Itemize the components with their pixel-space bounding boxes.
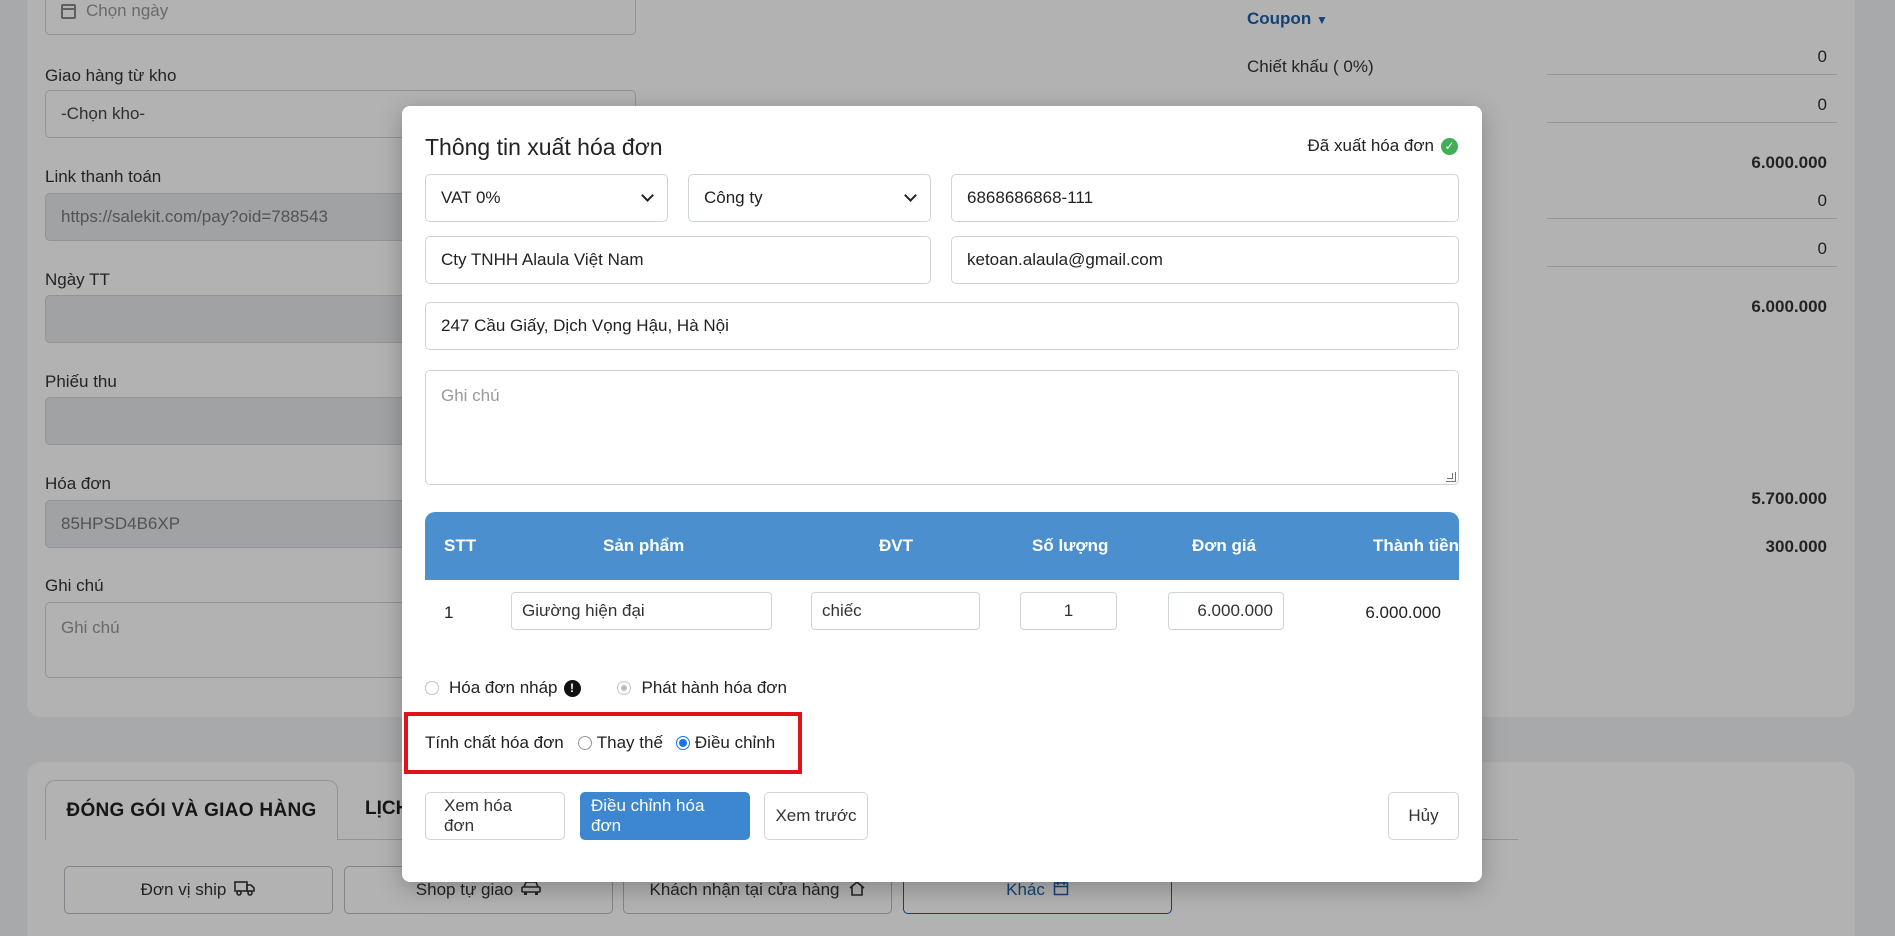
- invoice-modal: Thông tin xuất hóa đơn Đã xuất hóa đơn ✓…: [402, 106, 1482, 882]
- column-header: Đơn giá: [1192, 536, 1257, 555]
- adjust-label: Điều chỉnh: [694, 733, 776, 752]
- issue-invoice-label: Phát hành hóa đơn: [641, 678, 787, 697]
- row-index: 1: [444, 602, 454, 622]
- preview-button[interactable]: Xem trước: [764, 792, 868, 840]
- row-total: 6.000.000: [1365, 602, 1441, 622]
- exclamation-circle-icon[interactable]: !: [563, 679, 581, 697]
- chevron-down-icon: [641, 189, 654, 202]
- cancel-button[interactable]: Hủy: [1388, 792, 1459, 840]
- column-header: Thành tiền: [1373, 536, 1459, 555]
- column-header: Số lượng: [1032, 536, 1109, 555]
- column-header: ĐVT: [879, 536, 913, 555]
- invoice-property-label: Tính chất hóa đơn: [425, 733, 564, 752]
- company-name-input[interactable]: Cty TNHH Alaula Việt Nam: [425, 236, 931, 284]
- column-header: Sản phẩm: [603, 536, 685, 555]
- adjust-radio[interactable]: [675, 736, 690, 750]
- replace-label: Thay thế: [596, 733, 663, 752]
- invoice-status: Đã xuất hóa đơn ✓: [1308, 136, 1458, 156]
- resize-handle-icon[interactable]: [1446, 472, 1456, 482]
- draft-radio[interactable]: [425, 681, 439, 695]
- modal-title: Thông tin xuất hóa đơn: [425, 134, 663, 160]
- address-input[interactable]: 247 Cầu Giấy, Dịch Vọng Hậu, Hà Nội: [425, 302, 1459, 350]
- draft-label: Hóa đơn nháp: [449, 678, 558, 697]
- issue-invoice-radio[interactable]: [616, 681, 631, 695]
- items-table-header: STT Sản phẩm ĐVT Số lượng Đơn giá Thành …: [425, 512, 1459, 580]
- view-invoice-button[interactable]: Xem hóa đơn: [425, 792, 565, 840]
- chevron-down-icon: [904, 189, 917, 202]
- customer-type-select[interactable]: Công ty: [688, 174, 931, 222]
- column-header: STT: [444, 536, 477, 555]
- invoice-mode-group: Hóa đơn nháp ! Phát hành hóa đơn: [425, 678, 787, 698]
- product-name-input[interactable]: Giường hiện đại: [511, 592, 772, 630]
- vat-select[interactable]: VAT 0%: [425, 174, 668, 222]
- unit-price-input[interactable]: 6.000.000: [1168, 592, 1284, 630]
- tax-code-input[interactable]: 6868686868-111: [951, 174, 1459, 222]
- check-circle-icon: ✓: [1441, 137, 1458, 155]
- invoice-property-group: Tính chất hóa đơn Thay thế Điều chỉnh: [425, 724, 775, 762]
- invoice-note-textarea[interactable]: Ghi chú: [425, 370, 1459, 485]
- adjust-invoice-button[interactable]: Điều chỉnh hóa đơn: [580, 792, 750, 840]
- unit-input[interactable]: chiếc: [811, 592, 980, 630]
- table-row: 1 Giường hiện đại chiếc 1 6.000.000 6.00…: [425, 580, 1459, 645]
- replace-radio[interactable]: [577, 736, 592, 750]
- quantity-input[interactable]: 1: [1020, 592, 1117, 630]
- email-input[interactable]: ketoan.alaula@gmail.com: [951, 236, 1459, 284]
